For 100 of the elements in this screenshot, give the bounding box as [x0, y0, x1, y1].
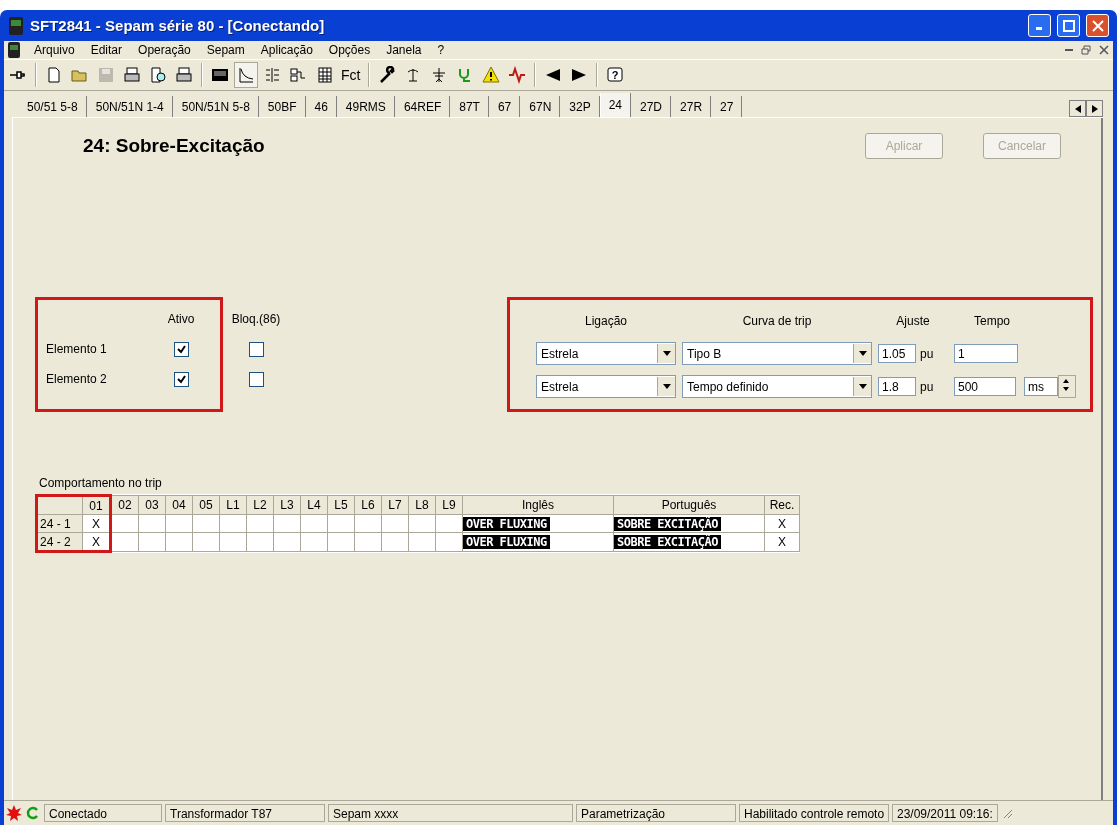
table-cell[interactable]: [165, 514, 193, 533]
column-header: Bloq.(86): [231, 312, 281, 326]
menu-item[interactable]: Operação: [136, 43, 193, 57]
column-header: Tempo: [973, 313, 1011, 328]
input-field[interactable]: 500: [954, 377, 1016, 396]
dropdown[interactable]: Estrela: [536, 375, 676, 398]
column-header: Ativo: [167, 312, 195, 326]
table-cell[interactable]: [138, 514, 166, 533]
scroll-right-button[interactable]: [1086, 100, 1103, 117]
menu-item[interactable]: Editar: [88, 43, 125, 57]
table-cell[interactable]: [219, 532, 247, 552]
table-cell[interactable]: [219, 514, 247, 533]
starburst-icon: [6, 805, 22, 821]
section-title: Comportamento no trip: [39, 476, 163, 490]
column-header: Português: [613, 495, 765, 515]
app-icon: [8, 15, 24, 36]
caret-icon: [858, 384, 867, 389]
minimize-icon: [1065, 49, 1073, 51]
table-cell[interactable]: [327, 532, 355, 552]
table-cell[interactable]: X: [764, 532, 800, 552]
warning-icon: [482, 66, 501, 84]
table-cell[interactable]: [165, 532, 193, 552]
caret-icon: [662, 384, 671, 389]
checkbox[interactable]: [173, 371, 189, 387]
logic-gate-icon: [289, 66, 307, 84]
table-cell[interactable]: X: [82, 514, 111, 533]
column-header: L5: [327, 495, 355, 515]
menu-item[interactable]: Arquivo: [32, 43, 77, 57]
table-cell[interactable]: [246, 514, 274, 533]
new-file-icon: [45, 66, 63, 84]
table-cell[interactable]: [435, 532, 463, 552]
maximize-button[interactable]: [1057, 14, 1080, 37]
table-cell[interactable]: [110, 514, 139, 533]
table-cell[interactable]: [435, 514, 463, 533]
table-cell[interactable]: [110, 532, 139, 552]
spin-button[interactable]: [1058, 375, 1076, 398]
function-button[interactable]: Fct: [338, 62, 364, 88]
close-button[interactable]: [1086, 14, 1109, 37]
menu-item[interactable]: Sepam: [204, 43, 247, 57]
caret-icon: [858, 351, 867, 356]
status-text: Parametrização: [576, 804, 736, 822]
column-header: 03: [138, 495, 166, 515]
menu-item[interactable]: ?: [435, 43, 447, 57]
table-cell[interactable]: [300, 514, 328, 533]
left-arrow-icon: [544, 66, 563, 84]
right-triangle-icon: [1091, 104, 1098, 113]
table-cell[interactable]: [354, 532, 382, 552]
dropdown[interactable]: Tipo B: [682, 342, 872, 365]
table-icon: [315, 66, 333, 84]
checkbox[interactable]: [248, 341, 264, 357]
minimize-button[interactable]: [1028, 14, 1051, 37]
table-cell[interactable]: [138, 532, 166, 552]
wrench-icon: [378, 66, 397, 84]
scroll-left-button[interactable]: [1069, 100, 1086, 117]
save-icon: [97, 66, 115, 84]
unit-field[interactable]: ms: [1024, 377, 1058, 396]
checkbox[interactable]: [248, 371, 264, 387]
unit-label: pu: [920, 379, 934, 394]
table-cell[interactable]: [273, 532, 301, 552]
table-cell[interactable]: [246, 532, 274, 552]
status-text: 23/09/2011 09:16:: [892, 804, 998, 822]
input-field[interactable]: 1.8: [878, 377, 916, 396]
column-header: Curva de trip: [742, 313, 812, 328]
toolbar-button[interactable]: [234, 62, 258, 88]
menu-item[interactable]: Janela: [384, 43, 424, 57]
row-label: Elemento 1: [46, 342, 107, 356]
dropdown[interactable]: Tempo definido: [682, 375, 872, 398]
status-text: Sepam xxxx: [328, 804, 573, 822]
dropdown[interactable]: Estrela: [536, 342, 676, 365]
table-cell[interactable]: [408, 514, 436, 533]
table-cell[interactable]: X: [82, 532, 111, 552]
table-cell[interactable]: [327, 514, 355, 533]
printer-icon: [175, 66, 193, 84]
table-cell[interactable]: X: [764, 514, 800, 533]
input-field[interactable]: 1: [954, 344, 1018, 363]
table-cell[interactable]: [381, 532, 409, 552]
column-header: 05: [192, 495, 220, 515]
table-cell[interactable]: [300, 532, 328, 552]
input-field[interactable]: 1.05: [878, 344, 916, 363]
menu-item[interactable]: Aplicação: [258, 43, 315, 57]
column-header: L6: [354, 495, 382, 515]
table-cell[interactable]: [408, 532, 436, 552]
table-cell[interactable]: [381, 514, 409, 533]
monitor-icon: [211, 66, 229, 84]
table-cell[interactable]: [354, 514, 382, 533]
table-cell[interactable]: [273, 514, 301, 533]
table-cell[interactable]: [192, 514, 220, 533]
tab[interactable]: 24: [599, 93, 631, 117]
status-text: Transformador T87: [165, 804, 325, 822]
english-message: OVER FLUXING: [463, 535, 550, 549]
portuguese-message: SOBRE EXCITAÇÃO: [614, 535, 721, 549]
close-icon: [1091, 19, 1104, 32]
column-header: Inglês: [462, 495, 614, 515]
column-header: L1: [219, 495, 247, 515]
column-header: L7: [381, 495, 409, 515]
table-cell[interactable]: [192, 532, 220, 552]
column-header: Ligação: [584, 313, 627, 328]
menu-item[interactable]: Opções: [326, 43, 373, 57]
english-message: OVER FLUXING: [463, 516, 550, 531]
checkbox[interactable]: [173, 341, 189, 357]
